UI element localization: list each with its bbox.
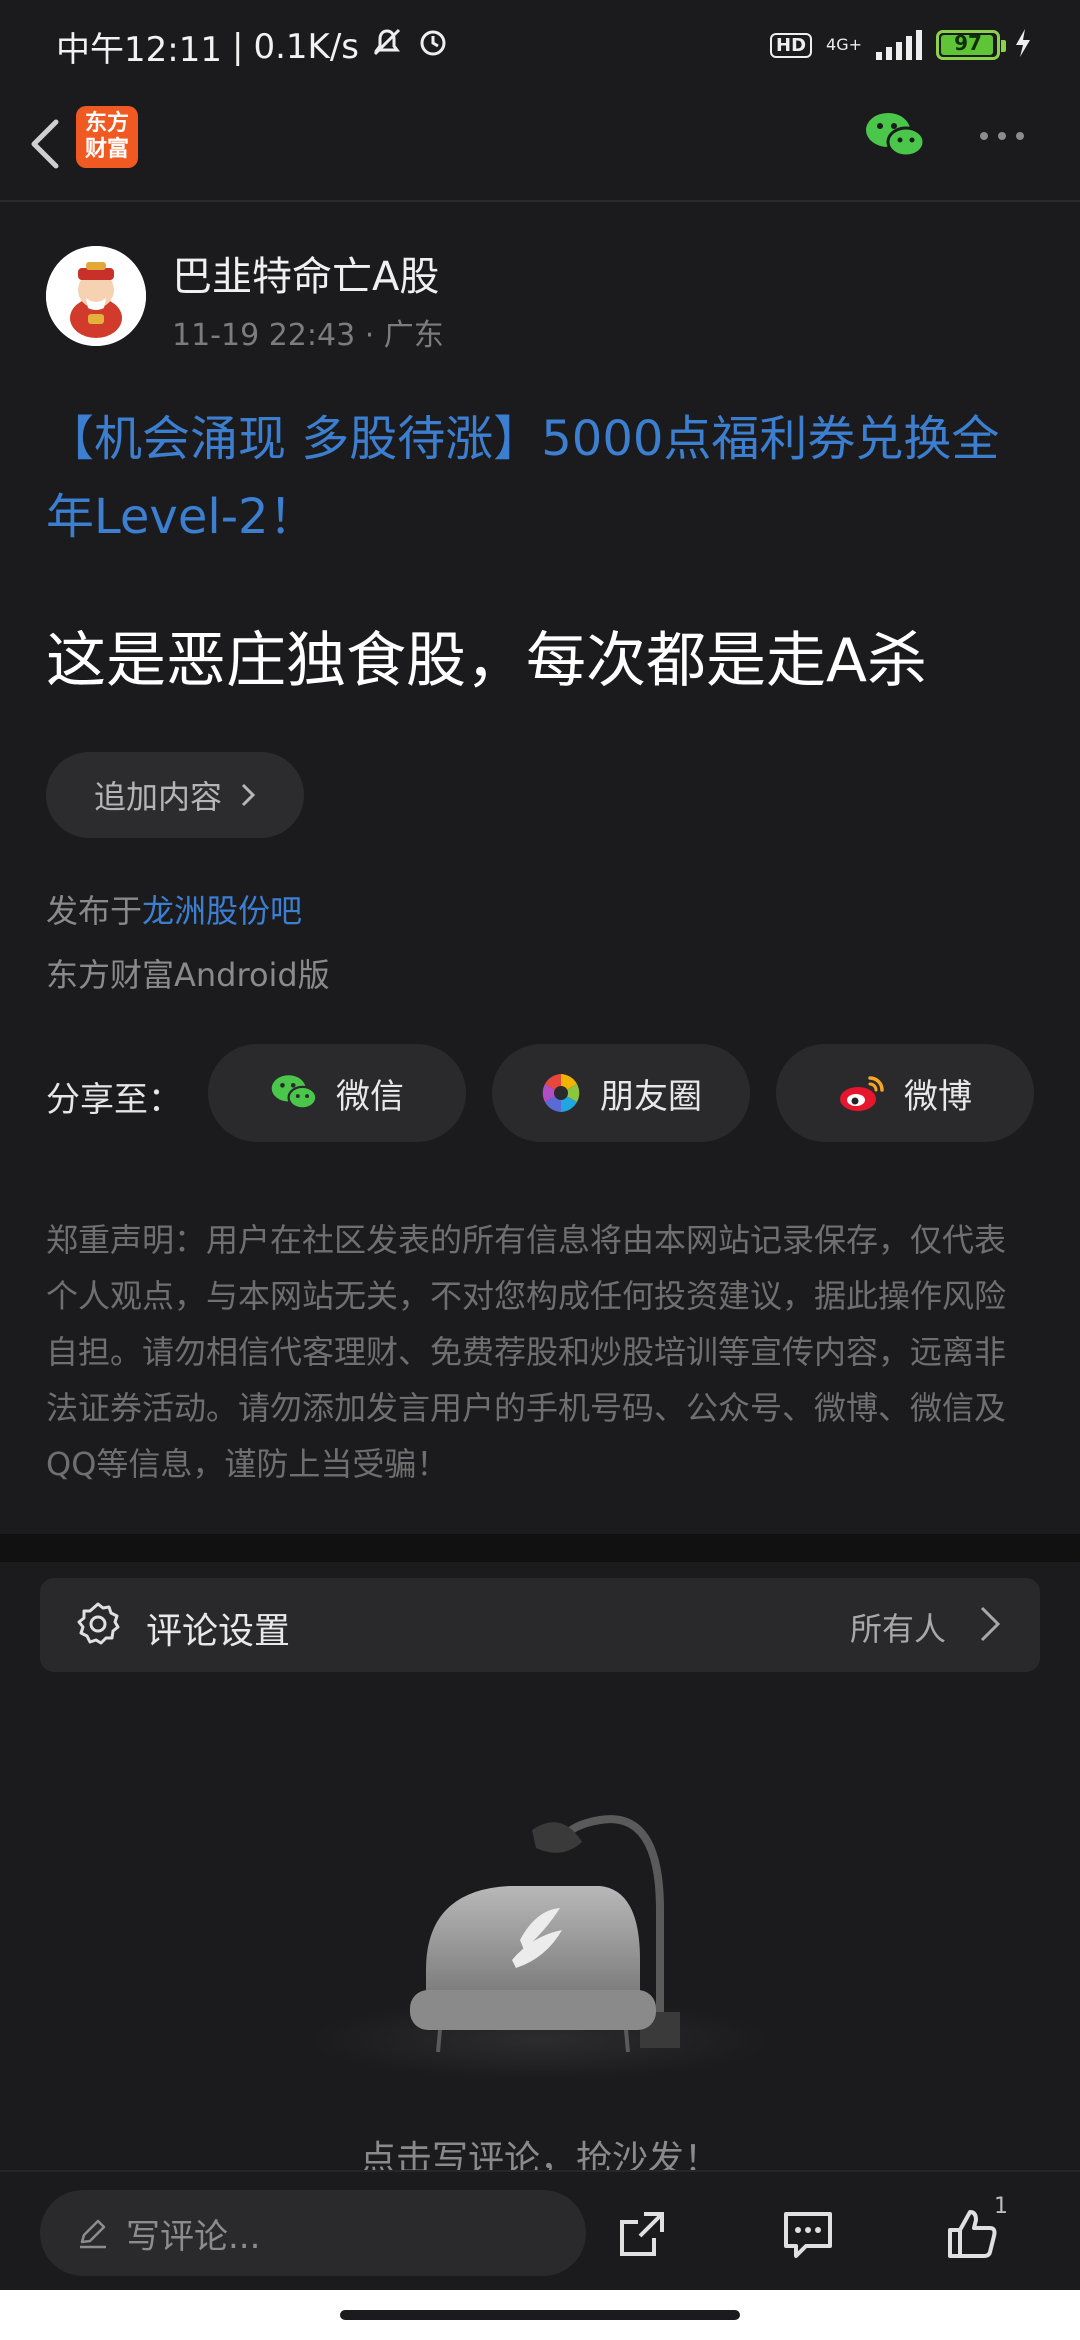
post-author-name[interactable]: 巴韭特命亡A股 [172,244,439,302]
chevron-right-icon [978,1604,1002,1644]
comment-settings-value: 所有人 [850,1610,947,1648]
section-divider [0,1534,1080,1562]
wechat-share-icon[interactable] [864,110,926,162]
back-arrow-icon [31,119,59,169]
client-info: 东方财富Android版 [46,956,330,994]
share-weibo-button[interactable]: 微博 [776,1044,1034,1142]
status-left: 中午12:11 | 0.1K/s [56,22,451,71]
promo-link[interactable]: 【机会涌现 多股待涨】5000点福利券兑换全年Level-2！ [46,400,1026,556]
signal-icon [876,30,922,60]
like-count: 1 [994,2194,1008,2219]
net-speed: 0.1K/s [253,26,359,67]
hd-badge: HD [770,32,813,58]
append-content-button[interactable]: 追加内容 [46,752,304,838]
empty-comments-illustration [300,1790,780,2080]
back-button[interactable] [22,112,66,176]
comment-settings-label: 评论设置 [146,1611,291,1652]
share-icon [620,2212,664,2256]
moments-icon [542,1074,580,1112]
post-time: 11-19 22:43 [172,318,356,353]
posted-in: 发布于龙洲股份吧 [46,892,303,930]
charging-icon [1014,28,1032,62]
more-options-icon[interactable] [980,124,1036,148]
status-time: 中午12:11 [56,30,222,70]
status-right: HD 4G+ 97 [770,28,1032,62]
home-indicator[interactable] [340,2310,740,2320]
eastmoney-logo[interactable]: 东方 财富 [76,106,138,168]
forum-link[interactable]: 龙洲股份吧 [142,892,302,930]
share-label: 分享至： [46,1080,182,1120]
battery-icon: 97 [936,30,1006,60]
avatar[interactable] [46,246,146,346]
share-wechat-button[interactable]: 微信 [208,1044,466,1142]
alarm-icon [415,24,451,69]
post-location: 广东 [383,318,444,353]
wechat-icon [271,1075,318,1110]
write-comment-placeholder: 写评论... [126,2216,261,2257]
write-comment-input[interactable]: 写评论... [40,2190,586,2276]
like-button[interactable] [944,2206,1000,2262]
battery-level: 97 [954,31,982,55]
post-meta: 11-19 22:43 · 广东 [172,318,444,353]
post-content: 这是恶庄独食股，每次都是走A杀 [46,626,928,696]
gear-icon [74,1600,122,1648]
share-moments-button[interactable]: 朋友圈 [492,1044,750,1142]
mute-icon [369,24,405,69]
chevron-right-icon [241,783,256,807]
disclaimer-text: 郑重声明：用户在社区发表的所有信息将由本网站记录保存，仅代表个人观点，与本网站无… [46,1221,1007,1483]
append-content-label: 追加内容 [93,778,222,816]
comments-button[interactable] [780,2206,836,2262]
network-type: 4G+ [826,35,862,54]
weibo-icon [840,1076,884,1111]
thumbs-up-icon [948,2210,997,2258]
comment-icon [784,2212,832,2258]
share-button[interactable] [614,2206,670,2262]
pencil-icon [80,2219,106,2249]
